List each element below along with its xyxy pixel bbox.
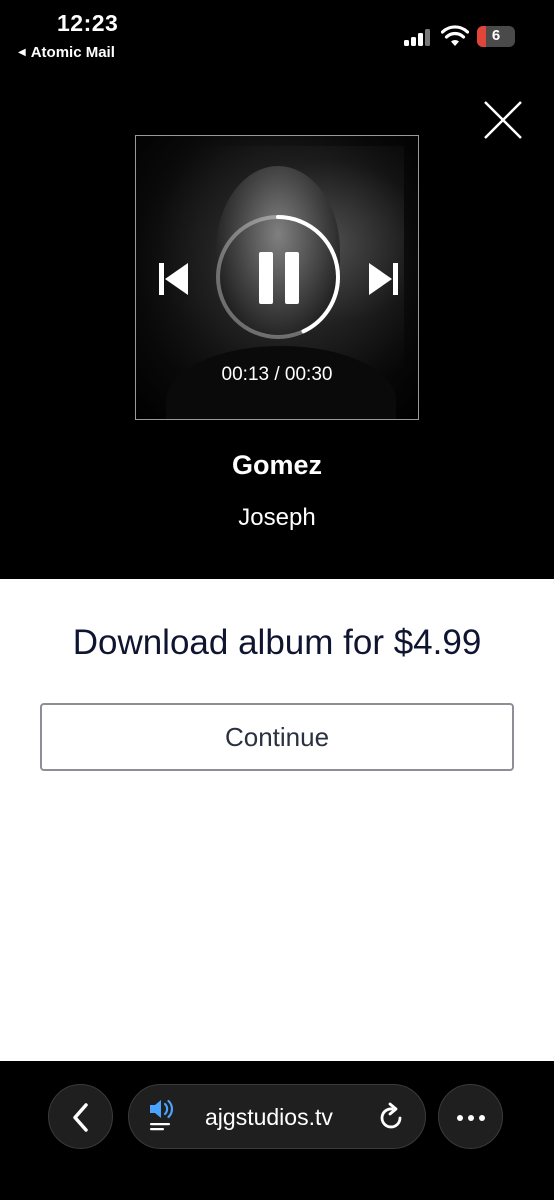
speaker-icon[interactable] xyxy=(146,1097,176,1133)
browser-back-button[interactable] xyxy=(48,1084,113,1149)
playback-time: 00:13 / 00:30 xyxy=(221,364,333,385)
more-icon xyxy=(457,1115,463,1121)
track-artist: Joseph xyxy=(238,504,316,531)
previous-track-icon[interactable] xyxy=(159,263,189,295)
purchase-offer-text: Download album for $4.99 xyxy=(72,623,482,662)
next-track-icon[interactable] xyxy=(368,263,398,295)
pause-button[interactable] xyxy=(259,252,299,304)
reload-icon[interactable] xyxy=(378,1101,406,1131)
more-options-button[interactable] xyxy=(438,1084,503,1149)
back-to-app-link[interactable]: ◀ Atomic Mail xyxy=(18,44,115,61)
wifi-icon xyxy=(441,25,469,46)
back-triangle-icon: ◀ xyxy=(18,47,26,58)
back-app-label: Atomic Mail xyxy=(30,44,115,61)
status-bar: 12:23 ◀ Atomic Mail 6 xyxy=(0,0,554,70)
battery-level: 6 xyxy=(491,27,501,44)
continue-button[interactable]: Continue xyxy=(40,703,514,771)
status-time: 12:23 xyxy=(57,10,119,36)
track-title: Gomez xyxy=(231,450,323,480)
close-icon[interactable] xyxy=(481,98,525,142)
battery-indicator: 6 xyxy=(477,26,515,47)
pause-icon xyxy=(259,252,273,304)
url-text[interactable]: ajgstudios.tv xyxy=(205,1104,333,1131)
back-chevron-icon xyxy=(73,1103,88,1132)
cellular-signal-icon xyxy=(404,28,434,46)
